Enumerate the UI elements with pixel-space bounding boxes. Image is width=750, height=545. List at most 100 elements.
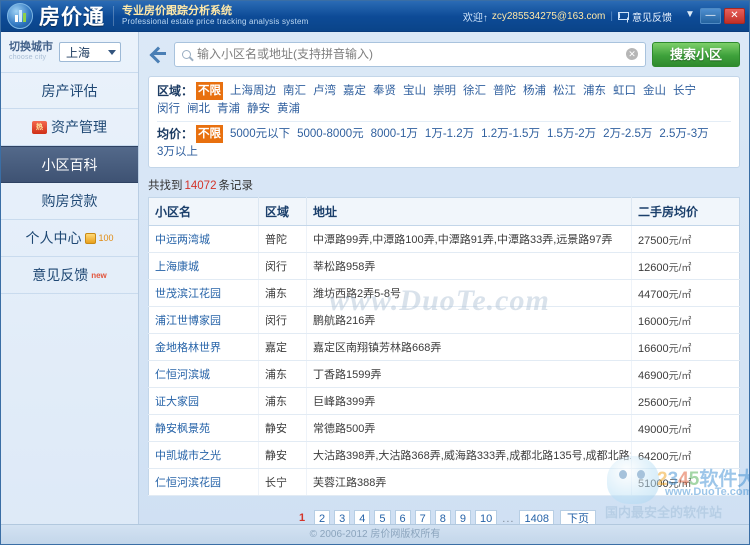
table-row[interactable]: 中凯城市之光 静安 大沽路398弄,大沽路368弄,威海路333弄,成都北路13…	[148, 441, 740, 469]
community-link[interactable]: 证大家园	[155, 396, 199, 408]
filter-option-area[interactable]: 普陀	[493, 82, 516, 100]
sidebar-item-asset-management[interactable]: 热 资产管理	[1, 109, 138, 146]
filter-option-area[interactable]: 松江	[553, 82, 576, 100]
table-row[interactable]: 浦江世博家园 闵行 鹏航路216弄 16000元/㎡	[148, 306, 740, 334]
filter-option-price[interactable]: 5000元以下	[230, 125, 290, 143]
cell-community-name[interactable]: 世茂滨江花园	[148, 279, 259, 307]
community-link[interactable]: 世茂滨江花园	[155, 288, 221, 300]
filter-option-area[interactable]: 闵行	[157, 100, 180, 118]
price-unit: 元/㎡	[668, 397, 692, 409]
filter-option-area[interactable]: 黄浦	[277, 100, 300, 118]
column-header-price[interactable]: 二手房均价	[631, 197, 740, 226]
column-header-address[interactable]: 地址	[306, 197, 632, 226]
cell-community-name[interactable]: 中远两湾城	[148, 225, 259, 253]
sidebar-item-label: 购房贷款	[41, 193, 98, 209]
filter-option-area[interactable]: 奉贤	[373, 82, 396, 100]
table-row[interactable]: 静安枫景苑 静安 常德路500弄 49000元/㎡	[148, 414, 740, 442]
cell-community-name[interactable]: 浦江世博家园	[148, 306, 259, 334]
sidebar-item-feedback[interactable]: 意见反馈 new	[1, 257, 138, 294]
table-row[interactable]: 仁恒河滨城 浦东 丁香路1599弄 46900元/㎡	[148, 360, 740, 388]
filter-option-area[interactable]: 静安	[247, 100, 270, 118]
city-select[interactable]: 上海	[59, 42, 121, 62]
community-link[interactable]: 浦江世博家园	[155, 315, 221, 327]
sidebar: 切换城市 choose city 上海 房产评估 热 资产管理 小区百科 购房贷…	[1, 32, 139, 544]
community-link[interactable]: 金地格林世界	[155, 342, 221, 354]
filter-option-area[interactable]: 金山	[643, 82, 666, 100]
filter-option-area[interactable]: 杨浦	[523, 82, 546, 100]
search-input[interactable]	[191, 47, 626, 61]
sidebar-item-property-appraisal[interactable]: 房产评估	[1, 72, 138, 109]
city-switch-label-cn: 切换城市	[9, 41, 53, 53]
cell-community-name[interactable]: 金地格林世界	[148, 333, 259, 361]
filter-option-area[interactable]: 长宁	[673, 82, 696, 100]
feedback-link[interactable]: 意见反馈	[632, 9, 672, 24]
city-switch-label: 切换城市 choose city	[9, 41, 53, 61]
community-link[interactable]: 仁恒河滨城	[155, 369, 210, 381]
search-button[interactable]: 搜索小区	[652, 41, 740, 67]
filter-option-price[interactable]: 不限	[196, 125, 224, 143]
sidebar-item-community-encyclopedia[interactable]: 小区百科	[1, 146, 138, 183]
filter-option-price[interactable]: 2万-2.5万	[603, 125, 652, 143]
account-email[interactable]: zcy285534275@163.com	[492, 11, 606, 22]
chevron-down-icon[interactable]: ▼	[683, 8, 697, 24]
result-count-suffix: 条记录	[218, 180, 253, 192]
clear-icon[interactable]: ✕	[626, 48, 638, 60]
community-link[interactable]: 上海康城	[155, 261, 199, 273]
table-row[interactable]: 上海康城 闵行 莘松路958弄 12600元/㎡	[148, 252, 740, 280]
filter-option-area[interactable]: 徐汇	[463, 82, 486, 100]
table-row[interactable]: 中远两湾城 普陀 中潭路99弄,中潭路100弄,中潭路91弄,中潭路33弄,远景…	[148, 225, 740, 253]
community-link[interactable]: 仁恒河滨花园	[155, 477, 221, 489]
filter-option-area[interactable]: 浦东	[583, 82, 606, 100]
sidebar-item-personal-center[interactable]: 个人中心 100	[1, 220, 138, 257]
filter-option-price[interactable]: 1.5万-2万	[547, 125, 596, 143]
price-unit: 元/㎡	[668, 451, 692, 463]
back-arrow-icon[interactable]	[148, 44, 168, 64]
filter-option-area[interactable]: 卢湾	[313, 82, 336, 100]
pagination-ellipsis: ...	[502, 512, 515, 525]
search-field[interactable]: ✕	[174, 41, 646, 67]
filter-option-area[interactable]: 崇明	[433, 82, 456, 100]
filter-option-area[interactable]: 不限	[196, 82, 224, 100]
filter-option-price[interactable]: 1.2万-1.5万	[481, 125, 540, 143]
cell-area: 嘉定	[258, 333, 307, 361]
filter-option-price[interactable]: 2.5万-3万	[659, 125, 708, 143]
cell-area: 浦东	[258, 279, 307, 307]
filter-option-price[interactable]: 5000-8000元	[297, 125, 364, 143]
table-row[interactable]: 证大家园 浦东 巨峰路399弄 25600元/㎡	[148, 387, 740, 415]
minimize-button[interactable]: —	[700, 8, 721, 24]
cell-community-name[interactable]: 静安枫景苑	[148, 414, 259, 442]
column-header-name[interactable]: 小区名	[148, 197, 259, 226]
new-badge: new	[91, 270, 107, 280]
brand-divider	[113, 6, 114, 26]
filter-option-area[interactable]: 虹口	[613, 82, 636, 100]
cell-price: 25600元/㎡	[631, 387, 740, 415]
sidebar-item-home-loan[interactable]: 购房贷款	[1, 183, 138, 220]
table-row[interactable]: 世茂滨江花园 浦东 潍坊西路2弄5-8号 44700元/㎡	[148, 279, 740, 307]
filter-option-area[interactable]: 南汇	[283, 82, 306, 100]
filter-option-area[interactable]: 宝山	[403, 82, 426, 100]
filter-option-area[interactable]: 上海周边	[230, 82, 276, 100]
filter-option-area[interactable]: 嘉定	[343, 82, 366, 100]
close-button[interactable]: ✕	[724, 8, 745, 24]
cell-community-name[interactable]: 仁恒河滨城	[148, 360, 259, 388]
cell-community-name[interactable]: 中凯城市之光	[148, 441, 259, 469]
community-link[interactable]: 静安枫景苑	[155, 423, 210, 435]
filter-option-area[interactable]: 青浦	[217, 100, 240, 118]
cell-community-name[interactable]: 证大家园	[148, 387, 259, 415]
sidebar-nav: 房产评估 热 资产管理 小区百科 购房贷款 个人中心 100 意见反馈 new	[1, 72, 138, 294]
cell-address: 潍坊西路2弄5-8号	[306, 279, 632, 307]
community-link[interactable]: 中凯城市之光	[155, 450, 221, 462]
price-unit: 元/㎡	[668, 316, 692, 328]
filter-option-price[interactable]: 1万-1.2万	[425, 125, 474, 143]
filter-option-price[interactable]: 3万以上	[157, 143, 198, 161]
filter-option-price[interactable]: 8000-1万	[371, 125, 418, 143]
table-row[interactable]: 仁恒河滨花园 长宁 芙蓉江路388弄 51000元/㎡	[148, 468, 740, 496]
cell-community-name[interactable]: 上海康城	[148, 252, 259, 280]
city-switcher[interactable]: 切换城市 choose city 上海	[1, 40, 138, 62]
column-header-area[interactable]: 区域	[258, 197, 307, 226]
table-row[interactable]: 金地格林世界 嘉定 嘉定区南翔镇芳林路668弄 16600元/㎡	[148, 333, 740, 361]
price-value: 16600	[638, 342, 669, 355]
cell-community-name[interactable]: 仁恒河滨花园	[148, 468, 259, 496]
community-link[interactable]: 中远两湾城	[155, 234, 210, 246]
filter-option-area[interactable]: 闸北	[187, 100, 210, 118]
